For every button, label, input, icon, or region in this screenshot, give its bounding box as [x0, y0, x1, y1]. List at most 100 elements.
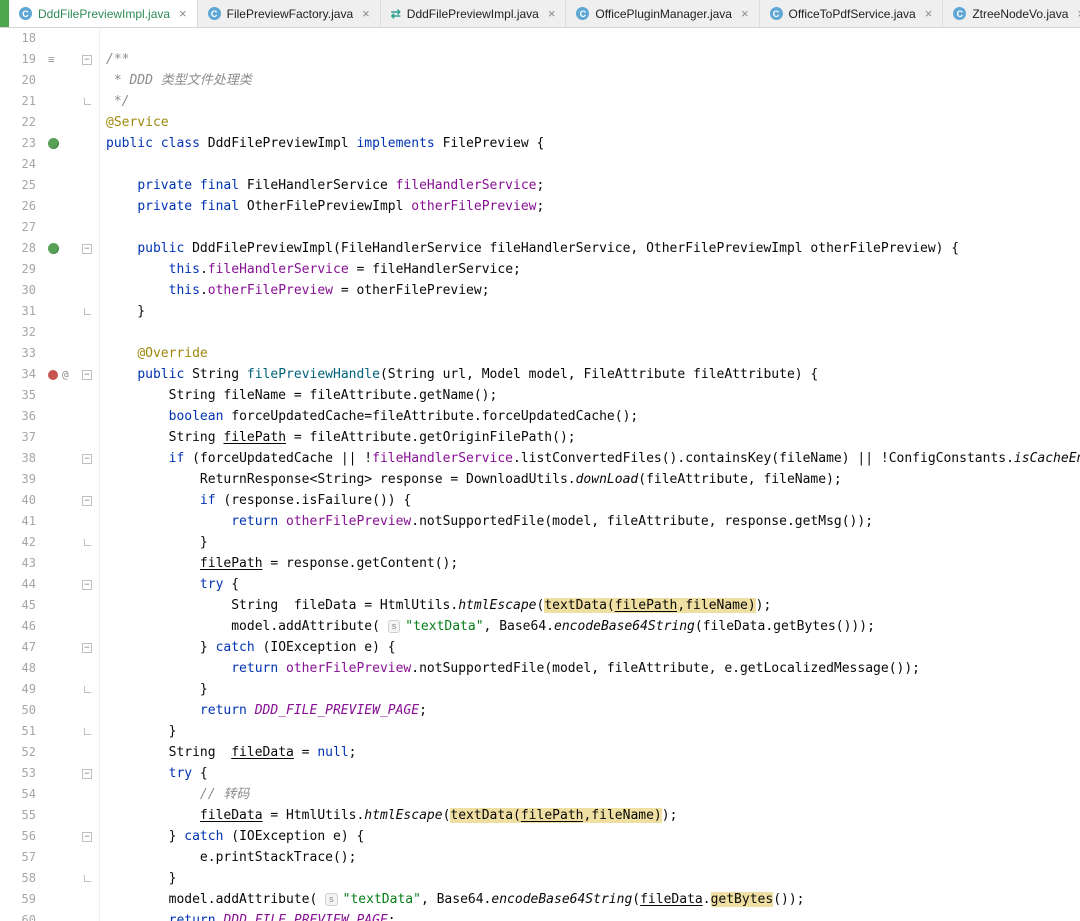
code-text[interactable]: } catch (IOException e) {: [100, 637, 1080, 658]
gutter: 22: [0, 112, 100, 133]
code-text[interactable]: try {: [100, 574, 1080, 595]
gutter: 24: [0, 154, 100, 175]
fold-column: [80, 742, 94, 763]
code-text[interactable]: filePath = response.getContent();: [100, 553, 1080, 574]
line-number: 38: [21, 451, 36, 465]
gutter: 47 −: [0, 637, 100, 658]
code-line: 54 // 转码: [0, 784, 1080, 805]
tab-close-icon[interactable]: ×: [922, 7, 933, 20]
code-text[interactable]: */: [100, 91, 1080, 112]
code-text[interactable]: String fileData = HtmlUtils.htmlEscape(t…: [100, 595, 1080, 616]
spring-bean-icon[interactable]: [48, 243, 59, 254]
code-text[interactable]: }: [100, 679, 1080, 700]
code-text[interactable]: }: [100, 868, 1080, 889]
code-text[interactable]: @Override: [100, 343, 1080, 364]
gutter-icons: [40, 511, 80, 532]
fold-end-icon[interactable]: [83, 728, 91, 735]
code-text[interactable]: [100, 217, 1080, 238]
fold-column: [80, 469, 94, 490]
code-text[interactable]: }: [100, 721, 1080, 742]
fold-end-icon[interactable]: [83, 308, 91, 315]
tab[interactable]: C DddFilePreviewImpl.java ×: [9, 0, 198, 27]
code-line: 51 }: [0, 721, 1080, 742]
code-line: 37 String filePath = fileAttribute.getOr…: [0, 427, 1080, 448]
fold-end-icon[interactable]: [83, 539, 91, 546]
code-line: 57 e.printStackTrace();: [0, 847, 1080, 868]
gutter-icons: [40, 826, 80, 847]
tab-close-icon[interactable]: ×: [359, 7, 370, 20]
tab[interactable]: C OfficePluginManager.java ×: [566, 0, 760, 27]
code-text[interactable]: @Service: [100, 112, 1080, 133]
code-line: 26 private final OtherFilePreviewImpl ot…: [0, 196, 1080, 217]
code-text[interactable]: e.printStackTrace();: [100, 847, 1080, 868]
spring-bean-icon[interactable]: [48, 138, 59, 149]
fold-collapse-icon[interactable]: −: [82, 768, 92, 779]
code-text[interactable]: return DDD_FILE_PREVIEW_PAGE;: [100, 700, 1080, 721]
code-text[interactable]: * DDD 类型文件处理类: [100, 70, 1080, 91]
render-doc-icon[interactable]: ≡: [48, 54, 55, 65]
code-text[interactable]: return otherFilePreview.notSupportedFile…: [100, 658, 1080, 679]
fold-column: −: [80, 763, 94, 784]
fold-column: [80, 322, 94, 343]
code-text[interactable]: String fileName = fileAttribute.getName(…: [100, 385, 1080, 406]
fold-collapse-icon[interactable]: −: [82, 642, 92, 653]
tab[interactable]: ⇄ DddFilePreviewImpl.java ×: [381, 0, 567, 27]
tab-close-icon[interactable]: ×: [176, 7, 187, 20]
fold-collapse-icon[interactable]: −: [82, 453, 92, 464]
code-line: 30 this.otherFilePreview = otherFilePrev…: [0, 280, 1080, 301]
tab[interactable]: C ZtreeNodeVo.java ×: [943, 0, 1080, 27]
code-text[interactable]: boolean forceUpdatedCache=fileAttribute.…: [100, 406, 1080, 427]
code-text[interactable]: } catch (IOException e) {: [100, 826, 1080, 847]
code-text[interactable]: String fileData = null;: [100, 742, 1080, 763]
code-text[interactable]: [100, 322, 1080, 343]
tab-close-icon[interactable]: ×: [1074, 7, 1080, 20]
tab-close-icon[interactable]: ×: [545, 7, 556, 20]
fold-end-icon[interactable]: [83, 875, 91, 882]
code-text[interactable]: private final FileHandlerService fileHan…: [100, 175, 1080, 196]
annotation-icon: @: [62, 368, 69, 381]
gutter: 43: [0, 553, 100, 574]
gutter: 26: [0, 196, 100, 217]
gutter-icons: [40, 343, 80, 364]
code-text[interactable]: if (response.isFailure()) {: [100, 490, 1080, 511]
code-text[interactable]: ReturnResponse<String> response = Downlo…: [100, 469, 1080, 490]
gutter: 31: [0, 301, 100, 322]
code-text[interactable]: public class DddFilePreviewImpl implemen…: [100, 133, 1080, 154]
code-text[interactable]: private final OtherFilePreviewImpl other…: [100, 196, 1080, 217]
fold-collapse-icon[interactable]: −: [82, 831, 92, 842]
code-text[interactable]: String filePath = fileAttribute.getOrigi…: [100, 427, 1080, 448]
code-line: 31 }: [0, 301, 1080, 322]
fold-end-icon[interactable]: [83, 98, 91, 105]
code-text[interactable]: if (forceUpdatedCache || !fileHandlerSer…: [100, 448, 1080, 469]
code-text[interactable]: model.addAttribute( s "textData", Base64.…: [100, 889, 1080, 910]
fold-collapse-icon[interactable]: −: [82, 579, 92, 590]
tab[interactable]: C OfficeToPdfService.java ×: [760, 0, 944, 27]
fold-end-icon[interactable]: [83, 686, 91, 693]
fold-collapse-icon[interactable]: −: [82, 495, 92, 506]
tab-close-icon[interactable]: ×: [738, 7, 749, 20]
fold-collapse-icon[interactable]: −: [82, 369, 92, 380]
fold-collapse-icon[interactable]: −: [82, 54, 92, 65]
code-text[interactable]: }: [100, 532, 1080, 553]
code-text[interactable]: fileData = HtmlUtils.htmlEscape(textData…: [100, 805, 1080, 826]
code-text[interactable]: public DddFilePreviewImpl(FileHandlerSer…: [100, 238, 1080, 259]
code-text[interactable]: model.addAttribute( s "textData", Base64.…: [100, 616, 1080, 637]
code-text[interactable]: [100, 28, 1080, 49]
fold-collapse-icon[interactable]: −: [82, 243, 92, 254]
code-text[interactable]: this.fileHandlerService = fileHandlerSer…: [100, 259, 1080, 280]
code-text[interactable]: this.otherFilePreview = otherFilePreview…: [100, 280, 1080, 301]
gutter-icons: [40, 889, 80, 910]
code-text[interactable]: public String filePreviewHandle(String u…: [100, 364, 1080, 385]
override-marker-icon[interactable]: [48, 369, 58, 380]
gutter: 20: [0, 70, 100, 91]
code-text[interactable]: [100, 154, 1080, 175]
code-text[interactable]: /**: [100, 49, 1080, 70]
code-text[interactable]: try {: [100, 763, 1080, 784]
gutter-icons: [40, 595, 80, 616]
gutter-icons: [40, 700, 80, 721]
tab[interactable]: C FilePreviewFactory.java ×: [198, 0, 381, 27]
code-text[interactable]: return DDD_FILE_PREVIEW_PAGE;: [100, 910, 1080, 921]
code-text[interactable]: return otherFilePreview.notSupportedFile…: [100, 511, 1080, 532]
code-text[interactable]: // 转码: [100, 784, 1080, 805]
code-text[interactable]: }: [100, 301, 1080, 322]
